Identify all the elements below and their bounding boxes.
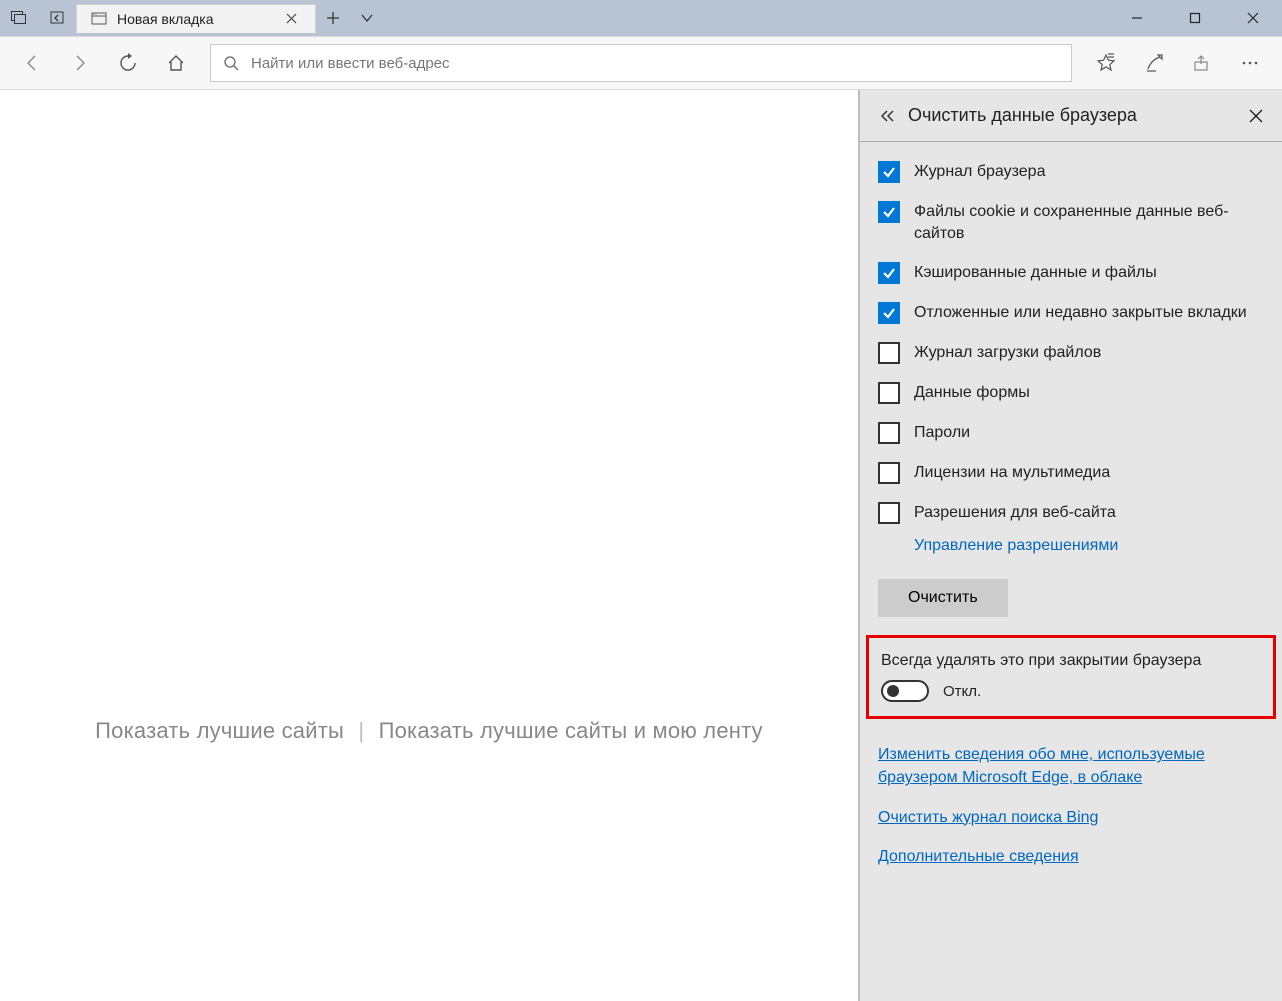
clear-option-label: Кэшированные данные и файлы	[914, 262, 1157, 284]
share-button[interactable]	[1178, 39, 1226, 87]
tab-actions-button[interactable]	[350, 0, 384, 36]
panel-title: Очистить данные браузера	[902, 105, 1238, 126]
more-button[interactable]	[1226, 39, 1274, 87]
clear-option-label: Лицензии на мультимедиа	[914, 462, 1110, 484]
clear-option-row: Разрешения для веб-сайта	[878, 493, 1264, 533]
browser-toolbar: Найти или ввести веб-адрес	[0, 36, 1282, 90]
window-close-button[interactable]	[1224, 0, 1282, 36]
show-top-sites-feed-link[interactable]: Показать лучшие сайты и мою ленту	[379, 718, 763, 743]
clear-option-label: Журнал загрузки файлов	[914, 342, 1101, 364]
window-minimize-button[interactable]	[1108, 0, 1166, 36]
search-icon	[223, 55, 239, 71]
clear-option-row: Данные формы	[878, 373, 1264, 413]
favorites-button[interactable]	[1082, 39, 1130, 87]
browser-tab-active[interactable]: Новая вкладка	[76, 4, 316, 33]
clear-option-label: Файлы cookie и сохраненные данные веб-са…	[914, 201, 1264, 244]
clear-option-row: Журнал браузера	[878, 152, 1264, 192]
new-tab-button[interactable]	[316, 0, 350, 36]
clear-option-label: Разрешения для веб-сайта	[914, 502, 1116, 524]
clear-browsing-data-panel: Очистить данные браузера Журнал браузера…	[858, 90, 1282, 1001]
tab-title: Новая вкладка	[117, 11, 277, 27]
clear-option-row: Кэшированные данные и файлы	[878, 253, 1264, 293]
clear-option-row: Журнал загрузки файлов	[878, 333, 1264, 373]
clear-option-label: Данные формы	[914, 382, 1030, 404]
notes-button[interactable]	[1130, 39, 1178, 87]
address-bar[interactable]: Найти или ввести веб-адрес	[210, 44, 1072, 82]
clear-option-checkbox[interactable]	[878, 262, 900, 284]
clear-option-checkbox[interactable]	[878, 342, 900, 364]
nav-back-button[interactable]	[8, 39, 56, 87]
clear-option-checkbox[interactable]	[878, 201, 900, 223]
clear-button[interactable]: Очистить	[878, 579, 1008, 617]
change-cloud-info-link[interactable]: Изменить сведения обо мне, используемые …	[878, 743, 1264, 789]
clear-option-row: Лицензии на мультимедиа	[878, 453, 1264, 493]
clear-option-checkbox[interactable]	[878, 422, 900, 444]
clear-option-row: Отложенные или недавно закрытые вкладки	[878, 293, 1264, 333]
always-clear-highlight: Всегда удалять это при закрытии браузера…	[866, 635, 1276, 719]
tabs-overview-button[interactable]	[0, 11, 38, 25]
toggle-state-label: Откл.	[943, 683, 981, 700]
clear-option-label: Отложенные или недавно закрытые вкладки	[914, 302, 1247, 324]
panel-close-button[interactable]	[1238, 98, 1274, 134]
clear-option-checkbox[interactable]	[878, 502, 900, 524]
always-clear-label: Всегда удалять это при закрытии браузера	[881, 652, 1261, 670]
clear-bing-history-link[interactable]: Очистить журнал поиска Bing	[878, 806, 1098, 829]
titlebar: Новая вкладка	[0, 0, 1282, 36]
clear-option-checkbox[interactable]	[878, 382, 900, 404]
tab-page-icon	[91, 12, 107, 26]
clear-option-checkbox[interactable]	[878, 302, 900, 324]
nav-refresh-button[interactable]	[104, 39, 152, 87]
more-info-link[interactable]: Дополнительные сведения	[878, 845, 1079, 868]
clear-option-row: Пароли	[878, 413, 1264, 453]
nav-home-button[interactable]	[152, 39, 200, 87]
clear-option-row: Файлы cookie и сохраненные данные веб-са…	[878, 192, 1264, 253]
window-controls	[1108, 0, 1282, 36]
new-tab-page: Показать лучшие сайты | Показать лучшие …	[0, 90, 858, 1001]
clear-option-label: Пароли	[914, 422, 970, 444]
window-maximize-button[interactable]	[1166, 0, 1224, 36]
tab-close-button[interactable]	[277, 5, 305, 33]
clear-option-label: Журнал браузера	[914, 161, 1045, 183]
set-aside-tabs-button[interactable]	[38, 11, 76, 25]
clear-option-checkbox[interactable]	[878, 462, 900, 484]
clear-option-checkbox[interactable]	[878, 161, 900, 183]
show-top-sites-link[interactable]: Показать лучшие сайты	[95, 718, 344, 743]
tab-strip: Новая вкладка	[0, 0, 384, 36]
panel-back-button[interactable]	[874, 109, 902, 123]
manage-permissions-link[interactable]: Управление разрешениями	[914, 537, 1118, 554]
separator: |	[358, 718, 364, 743]
always-clear-toggle[interactable]	[881, 680, 929, 702]
nav-forward-button[interactable]	[56, 39, 104, 87]
address-bar-placeholder: Найти или ввести веб-адрес	[251, 55, 450, 72]
